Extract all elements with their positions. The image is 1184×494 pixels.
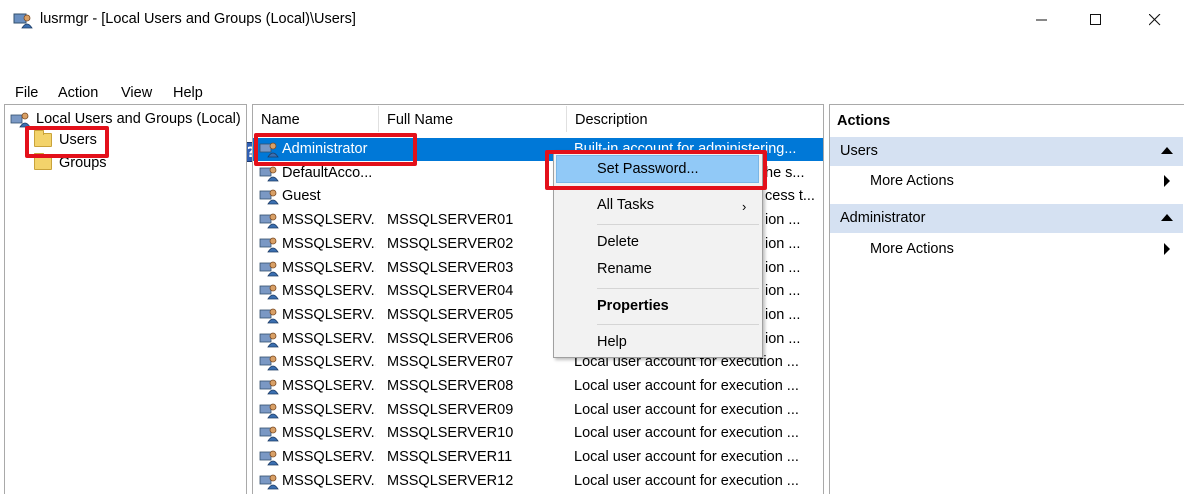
cell-description: cess t... <box>765 188 815 205</box>
submenu-arrow-icon <box>1164 175 1170 187</box>
context-delete[interactable]: Delete <box>597 234 639 250</box>
table-row[interactable]: MSSQLSERV... MSSQLSERVER08 Local user acco… <box>253 375 823 398</box>
cell-name: MSSQLSERV... <box>282 259 376 276</box>
actions-section-users-label: Users <box>840 143 878 159</box>
user-icon <box>259 284 279 300</box>
table-row[interactable]: MSSQLSERV... MSSQLSERVER11 Local user acco… <box>253 446 823 469</box>
cell-full-name: MSSQLSERVER11 <box>387 449 513 466</box>
cell-name: DefaultAcco... <box>282 164 373 181</box>
cell-full-name: MSSQLSERVER02 <box>387 235 514 252</box>
maximize-button[interactable] <box>1073 0 1119 40</box>
cell-description: ion ... <box>765 283 801 300</box>
cell-name: MSSQLSERV... <box>282 283 376 300</box>
user-icon <box>259 355 279 371</box>
minimize-button[interactable] <box>1019 0 1065 40</box>
cell-description: Local user account for execution ... <box>574 449 799 466</box>
window-title: lusrmgr - [Local Users and Groups (Local… <box>40 11 356 27</box>
user-icon <box>259 308 279 324</box>
cell-description: ion ... <box>765 235 801 252</box>
table-row[interactable]: MSSQLSERV... MSSQLSERVER12 Local user acco… <box>253 470 823 493</box>
cell-full-name: MSSQLSERVER09 <box>387 401 514 418</box>
cell-full-name: MSSQLSERVER06 <box>387 330 514 347</box>
cell-name: MSSQLSERV... <box>282 472 376 489</box>
column-header-description[interactable]: Description <box>567 106 817 134</box>
user-icon <box>259 189 279 205</box>
collapse-up-icon[interactable] <box>1161 214 1173 221</box>
cell-name: MSSQLSERV... <box>282 354 376 371</box>
user-icon <box>259 166 279 182</box>
cell-description: ion ... <box>765 306 801 323</box>
maximize-icon <box>1090 14 1101 25</box>
actions-pane-title: Actions <box>837 113 891 129</box>
cell-name: MSSQLSERV... <box>282 401 376 418</box>
cell-description: Local user account for execution ... <box>574 425 799 442</box>
user-icon <box>259 332 279 347</box>
context-separator <box>597 288 759 289</box>
table-row[interactable]: MSSQLSERV... MSSQLSERVER09 Local user acco… <box>253 399 823 422</box>
user-icon <box>259 379 279 395</box>
actions-section-administrator[interactable]: Administrator <box>830 204 1183 233</box>
context-separator <box>597 224 759 225</box>
cell-full-name: MSSQLSERVER05 <box>387 306 514 323</box>
cell-name: MSSQLSERV... <box>282 378 376 394</box>
toolbar: ? <box>0 68 1184 163</box>
context-help[interactable]: Help <box>597 334 627 350</box>
context-properties[interactable]: Properties <box>597 298 669 314</box>
highlight-administrator-row <box>254 133 417 166</box>
user-icon <box>259 450 279 466</box>
close-button[interactable] <box>1132 0 1178 40</box>
cell-full-name: MSSQLSERVER10 <box>387 425 514 442</box>
lusrmgr-window: lusrmgr - [Local Users and Groups (Local… <box>0 0 1184 494</box>
highlight-set-password <box>545 150 767 190</box>
cell-name: MSSQLSERV... <box>282 330 376 347</box>
close-icon <box>1149 14 1161 26</box>
context-all-tasks[interactable]: All Tasks <box>597 197 654 213</box>
column-header-name[interactable]: Name <box>253 106 377 134</box>
cell-name: MSSQLSERV... <box>282 425 376 442</box>
submenu-arrow-icon <box>1164 243 1170 255</box>
minimize-icon <box>1036 19 1047 21</box>
context-separator <box>597 324 759 325</box>
cell-description: he s... <box>765 164 805 181</box>
folder-icon <box>34 153 52 170</box>
menu-bar: File Action View Help <box>0 40 1184 101</box>
cell-full-name: MSSQLSERVER07 <box>387 354 514 371</box>
cell-name: MSSQLSERV... <box>282 212 376 229</box>
user-icon <box>259 213 279 229</box>
cell-description: Local user account for execution ... <box>574 401 799 418</box>
actions-section-users[interactable]: Users <box>830 137 1183 166</box>
users-more-actions[interactable]: More Actions <box>870 173 954 189</box>
cell-name: MSSQLSERV... <box>282 449 376 466</box>
cell-description: Local user account for execution ... <box>574 378 799 394</box>
user-icon <box>259 426 279 442</box>
collapse-up-icon[interactable] <box>1161 147 1173 154</box>
cell-description: ion ... <box>765 259 801 276</box>
cell-description: Local user account for execution ... <box>574 472 799 489</box>
cell-full-name: MSSQLSERVER04 <box>387 283 514 300</box>
administrator-more-actions[interactable]: More Actions <box>870 241 954 257</box>
cell-full-name: MSSQLSERVER12 <box>387 472 514 489</box>
cell-name: MSSQLSERV... <box>282 306 376 323</box>
cell-full-name: MSSQLSERVER01 <box>387 212 514 229</box>
cell-name: MSSQLSERV... <box>282 235 376 252</box>
cell-name: Guest <box>282 188 321 205</box>
title-bar[interactable]: lusrmgr - [Local Users and Groups (Local… <box>0 0 1184 40</box>
cell-full-name: MSSQLSERVER08 <box>387 378 514 394</box>
actions-section-administrator-label: Administrator <box>840 210 926 226</box>
column-header-full-name[interactable]: Full Name <box>379 106 565 134</box>
highlight-users-tree-item <box>25 126 109 158</box>
user-icon <box>259 403 279 419</box>
user-icon <box>259 237 279 253</box>
submenu-chevron-right-icon: › <box>742 199 747 214</box>
cell-description: ion ... <box>765 330 801 347</box>
cell-description: ion ... <box>765 212 801 229</box>
tree-root-label: Local Users and Groups (Local) <box>36 111 241 127</box>
table-row[interactable]: MSSQLSERV... MSSQLSERVER10 Local user acco… <box>253 422 823 445</box>
context-rename[interactable]: Rename <box>597 261 652 277</box>
cell-full-name: MSSQLSERVER03 <box>387 259 514 276</box>
user-icon <box>259 261 279 276</box>
user-icon <box>259 474 279 490</box>
users-app-icon <box>13 13 33 29</box>
